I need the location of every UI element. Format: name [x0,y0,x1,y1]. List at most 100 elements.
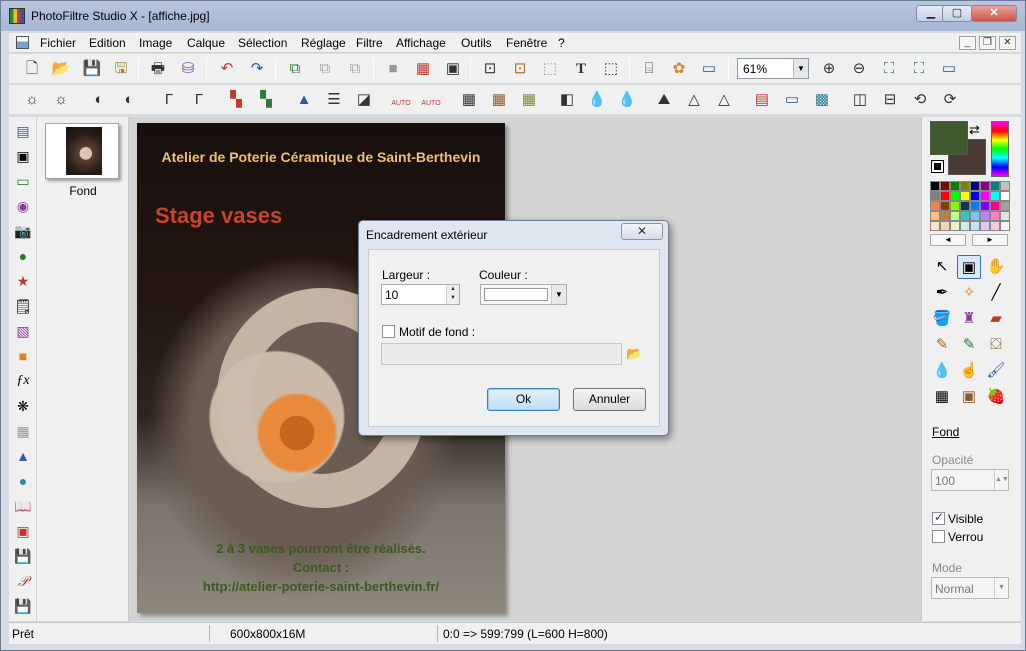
saturation-up-icon[interactable]: ▚ [256,90,276,110]
palette-swatch[interactable] [970,211,980,221]
palette-swatch[interactable] [940,211,950,221]
batch-icon[interactable]: ⌸ [639,59,659,79]
redo-icon[interactable]: ↷ [247,59,267,79]
flip-horizontal-icon[interactable]: ◫ [850,90,870,110]
sharpen-icon[interactable]: 💧 [617,90,637,110]
star-icon[interactable]: ★ [13,271,33,291]
palette-swatch[interactable] [990,191,1000,201]
invert-icon[interactable]: ◪ [354,90,374,110]
doc-info-icon[interactable]: ⊡ [510,59,530,79]
palette-swatch[interactable] [980,221,990,231]
palette-swatch[interactable] [990,211,1000,221]
color-palette[interactable] [930,181,1010,231]
browser-icon[interactable]: ▭ [699,59,719,79]
tint-icon[interactable]: ▦ [519,90,539,110]
palette-swatch[interactable] [1000,181,1010,191]
grayscale-icon[interactable]: ▦ [459,90,479,110]
actual-size-icon[interactable]: ⛶ [879,59,899,79]
width-input[interactable]: 10 ▲ ▼ [381,284,460,305]
calculator-icon[interactable]: ▤ [13,121,33,141]
mdi-close-button[interactable]: ✕ [999,36,1016,50]
ok-button[interactable]: Ok [487,388,560,411]
menu-help[interactable]: ? [558,36,565,50]
palette-swatch[interactable] [970,191,980,201]
palette-swatch[interactable] [960,201,970,211]
fit-window-icon[interactable]: ⛶ [909,59,929,79]
visible-checkbox[interactable] [932,510,945,525]
copy-icon[interactable]: ⧉ [285,59,305,79]
sepia-icon[interactable]: ▦ [489,90,509,110]
function-icon[interactable]: ƒx [13,371,33,391]
photofiltre-app-icon[interactable] [9,8,25,24]
palette-swatch[interactable] [960,221,970,231]
flip-vertical-icon[interactable]: ⊟ [880,90,900,110]
color-select[interactable]: ▼ [480,284,567,305]
contrast-down-icon[interactable]: ◐ [89,90,109,110]
image-size-icon[interactable]: ▣ [443,59,463,79]
palette-swatch[interactable] [990,221,1000,231]
slideshow-icon[interactable]: ▣ [13,521,33,541]
palette-swatch[interactable] [970,181,980,191]
palette-swatch[interactable] [960,211,970,221]
palette-swatch[interactable] [930,201,940,211]
globe-icon[interactable]: ● [13,246,33,266]
layer-thumbnail[interactable] [45,123,119,179]
monitor-icon[interactable]: ▭ [782,90,802,110]
palette-swatch[interactable] [930,211,940,221]
palette-swatch[interactable] [950,211,960,221]
sphere-icon[interactable]: ◉ [13,196,33,216]
palette-swatch[interactable] [930,191,940,201]
lock-checkbox[interactable] [932,530,945,543]
palette-swatch[interactable] [940,201,950,211]
blur-icon[interactable]: 💧 [587,90,607,110]
line-icon[interactable]: ╱ [984,281,1008,305]
palette-swatch[interactable] [1000,221,1010,231]
display-icon[interactable]: ▭ [13,171,33,191]
close-button[interactable]: ✕ [971,5,1017,22]
zoom-out-icon[interactable]: ⊖ [849,59,869,79]
auto-contrast-icon[interactable]: AUTO [421,90,441,110]
spin-down-icon[interactable]: ▼ [447,294,459,303]
spin-up-icon[interactable]: ▲ [447,285,459,294]
hand-icon[interactable]: ✋ [984,255,1008,279]
fullscreen-icon[interactable]: ▭ [939,59,959,79]
smudge-icon[interactable]: ☝ [957,359,981,383]
gradient-tool-icon[interactable]: ▧ [13,321,33,341]
width-spinner[interactable]: ▲ ▼ [446,285,459,304]
palette-swatch[interactable] [980,211,990,221]
save-as-icon[interactable]: 🖫 [111,59,131,79]
auto-levels-icon[interactable]: AUTO [391,90,411,110]
brush-icon[interactable]: ✎ [930,333,954,357]
palette-swatch[interactable] [930,221,940,231]
palette-swatch[interactable] [980,191,990,201]
palette-swatch[interactable] [970,201,980,211]
eyedropper-icon[interactable]: ✒ [930,281,954,305]
hue-bar[interactable] [991,121,1009,177]
title-bar[interactable]: PhotoFiltre Studio X - [affiche.jpg] ▁ ▢… [1,1,1025,31]
menu-fichier[interactable]: Fichier [40,36,76,50]
palette-swatch[interactable] [990,201,1000,211]
motif-checkbox[interactable] [382,325,395,338]
palette-swatch[interactable] [940,181,950,191]
gradient-icon[interactable]: ▤ [752,90,772,110]
orange-fill-icon[interactable]: ■ [13,346,33,366]
chevron-down-icon[interactable]: ▼ [793,59,808,78]
emboss-icon[interactable]: ⛰ [654,90,674,110]
paste-new-icon[interactable]: ⧉ [345,59,365,79]
frame-icon[interactable]: ◧ [557,90,577,110]
note-icon[interactable]: 🗒 [13,296,33,316]
palette-swatch[interactable] [950,191,960,201]
mdi-minimize-button[interactable]: _ [959,36,976,50]
gamma-up-icon[interactable]: Γ [189,90,209,110]
menu-fenetre[interactable]: Fenêtre [506,36,547,50]
pdf-icon[interactable]: 𝒫 [13,571,33,591]
menu-calque[interactable]: Calque [187,36,225,50]
text-tool-icon[interactable]: T [571,59,591,79]
rotate-right-icon[interactable]: ⟳ [940,90,960,110]
warp-icon[interactable]: ▦ [930,385,954,409]
palette-swatch[interactable] [980,181,990,191]
chevron-down-icon[interactable]: ▼ [551,285,566,304]
swap-colors-icon[interactable]: ⇄ [969,122,980,138]
save-2000-icon[interactable]: 💾 [13,546,33,566]
new-file-icon[interactable]: 🗋 [22,59,42,79]
